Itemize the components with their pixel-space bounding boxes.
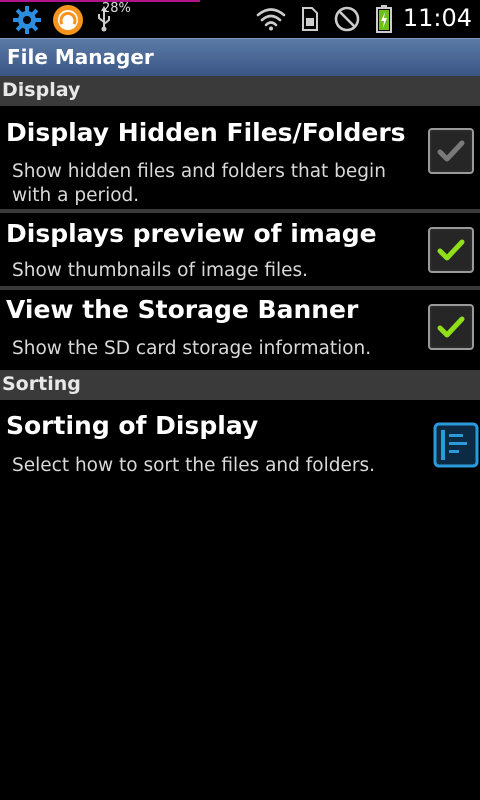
- title-bar: File Manager: [0, 38, 480, 76]
- block-icon: [334, 6, 360, 32]
- checkbox-unchecked[interactable]: [428, 128, 474, 174]
- checkbox-checked[interactable]: [428, 304, 474, 350]
- list-icon[interactable]: [433, 422, 479, 468]
- clock: 11:04: [402, 4, 472, 32]
- notification-indicator-line: [0, 0, 200, 2]
- wifi-icon: [256, 8, 286, 31]
- pref-summary: Show hidden files and folders that begin…: [12, 161, 386, 206]
- battery-percent-text: 28%: [102, 1, 131, 16]
- gear-icon: [13, 6, 41, 34]
- section-header-sorting: Sorting: [0, 370, 480, 400]
- status-bar: 28% 11:04: [0, 0, 480, 38]
- pref-title: Display Hidden Files/Folders: [6, 118, 406, 147]
- section-label: Sorting: [2, 373, 81, 395]
- pref-summary: Show the SD card storage information.: [12, 338, 372, 359]
- app-icon: [53, 5, 83, 35]
- section-label: Display: [2, 79, 81, 101]
- checkbox-checked[interactable]: [428, 227, 474, 273]
- section-header-display: Display: [0, 76, 480, 106]
- pref-title: Displays preview of image: [6, 219, 377, 248]
- pref-storage-banner[interactable]: View the Storage Banner Show the SD card…: [0, 290, 480, 370]
- pref-display-hidden-files[interactable]: Display Hidden Files/Folders Show hidden…: [0, 106, 480, 209]
- pref-title: View the Storage Banner: [6, 295, 359, 324]
- sim-icon: [302, 7, 318, 31]
- pref-summary: Show thumbnails of image files.: [12, 260, 309, 281]
- pref-title: Sorting of Display: [6, 411, 259, 440]
- battery-icon: [376, 5, 392, 33]
- pref-sorting-of-display[interactable]: Sorting of Display Select how to sort th…: [0, 400, 480, 490]
- app-title: File Manager: [7, 45, 154, 69]
- pref-preview-image[interactable]: Displays preview of image Show thumbnail…: [0, 213, 480, 286]
- pref-summary: Select how to sort the files and folders…: [12, 455, 375, 476]
